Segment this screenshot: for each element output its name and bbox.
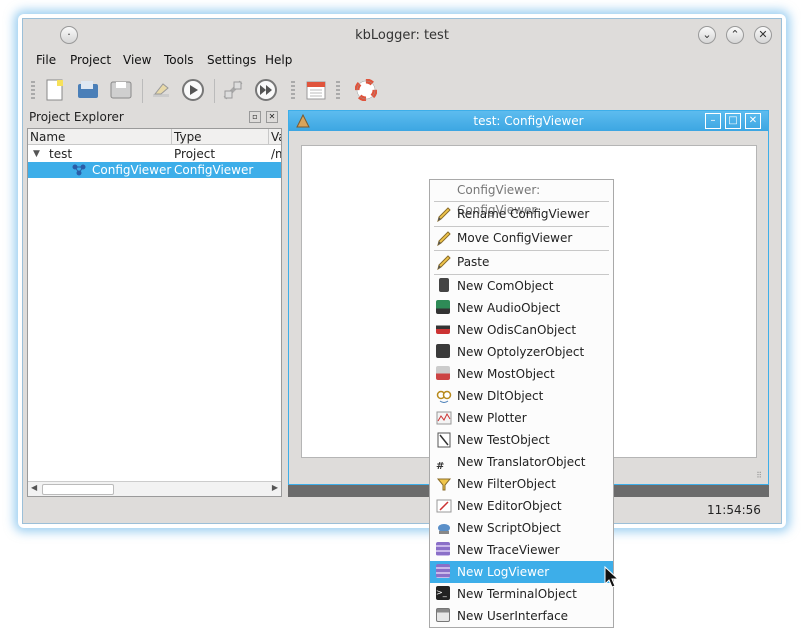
expand-arrow-icon[interactable]: ▼ <box>33 146 40 162</box>
tree-type: Project <box>174 147 216 161</box>
menu-tools[interactable]: Tools <box>164 53 194 67</box>
menu-item-new-translatorobject[interactable]: # New TranslatorObject <box>430 451 613 473</box>
menu-item-new-scriptobject[interactable]: New ScriptObject <box>430 517 613 539</box>
menu-item-new-filterobject[interactable]: New FilterObject <box>430 473 613 495</box>
terminal-object-icon: >_ <box>436 586 452 602</box>
editor-object-icon <box>436 498 452 514</box>
tree-row-project[interactable]: ▼ test Project /m <box>28 146 281 162</box>
save-icon[interactable] <box>108 77 134 103</box>
log-viewer-icon <box>436 564 452 580</box>
float-icon[interactable]: ▫ <box>249 111 261 123</box>
tree-name: test <box>49 147 73 161</box>
subwindow-minimize-button[interactable]: – <box>705 113 721 129</box>
minimize-button[interactable]: ⌄ <box>698 26 716 44</box>
connect-icon[interactable] <box>220 77 246 103</box>
com-object-icon <box>436 278 452 294</box>
menu-help[interactable]: Help <box>265 53 292 67</box>
menu-item-new-editorobject[interactable]: New EditorObject <box>430 495 613 517</box>
subwindow-close-button[interactable]: ✕ <box>745 113 761 129</box>
dlt-object-icon <box>436 388 452 404</box>
config-viewer-icon <box>72 164 86 180</box>
column-header-name[interactable]: Name <box>28 129 172 145</box>
menu-item-new-dltobject[interactable]: New DltObject <box>430 385 613 407</box>
project-explorer-header: Project Explorer ▫ ✕ <box>29 110 282 126</box>
tree-type: ConfigViewer <box>174 163 254 177</box>
close-panel-icon[interactable]: ✕ <box>266 111 278 123</box>
window-title: kbLogger: test <box>355 28 449 43</box>
trace-viewer-icon <box>436 542 452 558</box>
menu-item-new-optolyzerobject[interactable]: New OptolyzerObject <box>430 341 613 363</box>
fast-forward-icon[interactable] <box>253 77 279 103</box>
new-icon[interactable] <box>42 77 68 103</box>
status-bar: 11:54:56 <box>23 500 781 524</box>
menu-item-new-odiscanobject[interactable]: New OdisCanObject <box>430 319 613 341</box>
subwindow-maximize-button[interactable]: □ <box>725 113 741 129</box>
optolyzer-object-icon <box>436 344 452 360</box>
filter-object-icon <box>436 476 452 492</box>
menu-item-new-logviewer[interactable]: New LogViewer <box>430 561 613 583</box>
subwindow-title-bar[interactable]: test: ConfigViewer – □ ✕ <box>289 111 768 131</box>
subwindow-title: test: ConfigViewer <box>473 114 584 128</box>
scroll-left-icon[interactable]: ◀ <box>31 483 37 492</box>
test-object-icon <box>436 432 452 448</box>
menu-item-new-traceviewer[interactable]: New TraceViewer <box>430 539 613 561</box>
menu-item-new-testobject[interactable]: New TestObject <box>430 429 613 451</box>
menu-project[interactable]: Project <box>70 53 111 67</box>
script-object-icon <box>436 520 452 536</box>
main-window: · kbLogger: test ⌄ ⌃ ✕ File Project View… <box>22 18 782 524</box>
menu-item-rename[interactable]: Rename ConfigViewer <box>430 203 613 225</box>
scrollbar-handle[interactable] <box>42 484 114 495</box>
close-button[interactable]: ✕ <box>754 26 772 44</box>
pencil-icon <box>436 254 452 271</box>
menu-settings[interactable]: Settings <box>207 53 256 67</box>
menu-item-new-userinterface[interactable]: New UserInterface <box>430 605 613 627</box>
menu-bar: File Project View Tools Settings Help <box>23 53 781 73</box>
menu-item-paste[interactable]: Paste <box>430 251 613 273</box>
tree-row-configviewer[interactable]: ConfigViewer ConfigViewer <box>28 162 281 178</box>
most-object-icon <box>436 366 452 382</box>
lifebuoy-icon[interactable] <box>353 77 379 103</box>
translator-object-icon: # <box>436 461 445 472</box>
tree-name: ConfigViewer <box>92 163 172 177</box>
audio-object-icon <box>436 300 452 316</box>
menu-file[interactable]: File <box>36 53 56 67</box>
status-time: 11:54:56 <box>707 503 761 517</box>
horizontal-scrollbar[interactable]: ◀ ▶ <box>28 481 281 496</box>
column-header-type[interactable]: Type <box>172 129 269 145</box>
context-menu-header: ConfigViewer: ConfigViewer <box>457 183 541 217</box>
menu-item-new-terminalobject[interactable]: >_ New TerminalObject <box>430 583 613 605</box>
tree-value: /m <box>271 147 281 161</box>
column-header-value[interactable]: Va <box>269 129 281 145</box>
project-explorer: Name Type Va ▼ test Project /m ConfigVie… <box>27 128 282 497</box>
menu-item-new-mostobject[interactable]: New MostObject <box>430 363 613 385</box>
mouse-cursor-icon <box>604 565 620 593</box>
title-bar: · kbLogger: test ⌄ ⌃ ✕ <box>23 19 781 53</box>
scroll-right-icon[interactable]: ▶ <box>272 483 278 492</box>
open-icon[interactable] <box>75 77 101 103</box>
pencil-icon <box>436 230 452 247</box>
eraser-icon[interactable] <box>147 77 173 103</box>
toolbar <box>23 75 781 107</box>
plotter-icon <box>436 410 452 426</box>
menu-item-move[interactable]: Move ConfigViewer <box>430 227 613 249</box>
project-explorer-title: Project Explorer <box>29 110 124 124</box>
menu-item-new-plotter[interactable]: New Plotter <box>430 407 613 429</box>
menu-item-new-audioobject[interactable]: New AudioObject <box>430 297 613 319</box>
maximize-button[interactable]: ⌃ <box>726 26 744 44</box>
context-menu: ConfigViewer: ConfigViewer Rename Config… <box>429 179 614 628</box>
menu-view[interactable]: View <box>123 53 151 67</box>
user-interface-icon <box>436 608 452 624</box>
resize-grip-icon[interactable]: ⠿ <box>756 471 762 480</box>
pencil-icon <box>436 206 452 223</box>
calendar-icon[interactable] <box>303 77 329 103</box>
menu-item-new-comobject[interactable]: New ComObject <box>430 275 613 297</box>
play-icon[interactable] <box>180 77 206 103</box>
odis-can-object-icon <box>436 322 452 338</box>
